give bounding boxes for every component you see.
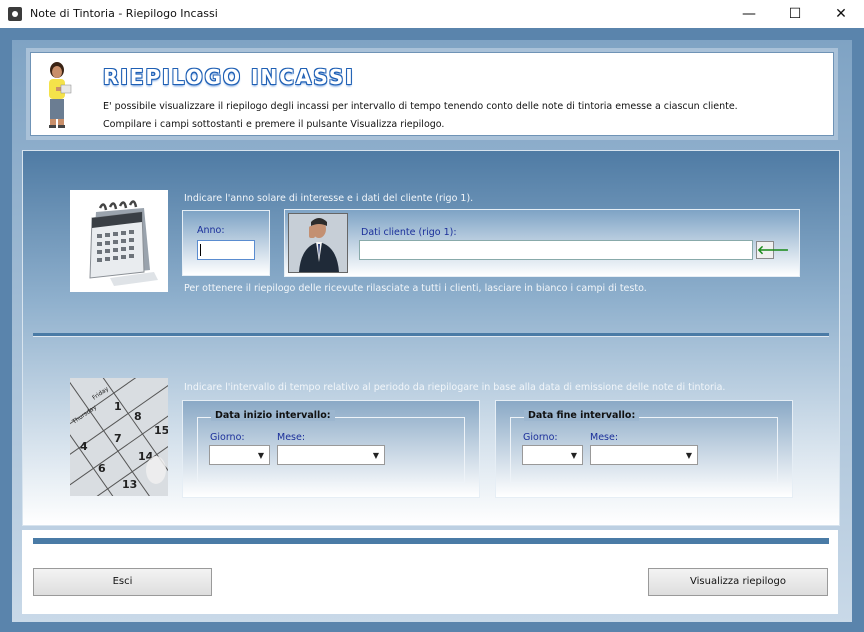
esci-button[interactable]: Esci [33, 568, 212, 596]
calendar-page-image: Thursday Friday 1 8 15 7 14 6 13 4 [70, 378, 168, 496]
maximize-button[interactable]: ☐ [772, 0, 818, 28]
start-mese-label: Mese: [277, 432, 306, 443]
text-caret [200, 244, 201, 256]
window-titlebar: Note di Tintoria - Riepilogo Incassi — ☐… [0, 0, 864, 28]
header-inner: RIEPILOGO INCASSI E' possibile visualizz… [30, 52, 834, 136]
start-mese-select[interactable]: ▼ [277, 445, 385, 465]
calendar-number: 1 [114, 400, 122, 413]
bottom-divider [33, 538, 829, 544]
end-mese-label: Mese: [590, 432, 619, 443]
section1-instruction: Indicare l'anno solare di interesse e i … [184, 193, 474, 204]
page-title: RIEPILOGO INCASSI [103, 65, 355, 89]
end-interval-panel: Data fine intervallo: Giorno: Mese: ▼ ▼ [495, 400, 793, 498]
arrow-left-icon[interactable]: 🡐 [756, 241, 789, 259]
end-mese-select[interactable]: ▼ [590, 445, 698, 465]
calendar-page-icon: Thursday Friday 1 8 15 7 14 6 13 4 [70, 378, 168, 496]
calendar-icon [89, 200, 158, 286]
chevron-down-icon: ▼ [685, 451, 692, 460]
chevron-down-icon: ▼ [372, 451, 379, 460]
anno-input[interactable] [197, 240, 255, 260]
visualizza-riepilogo-button[interactable]: Visualizza riepilogo [648, 568, 828, 596]
header-instruction: Compilare i campi sottostanti e premere … [103, 119, 445, 130]
start-interval-legend: Data inizio intervallo: [211, 410, 335, 421]
section-divider [33, 333, 829, 337]
cliente-label: Dati cliente (rigo 1): [361, 227, 457, 238]
section1-note: Per ottenere il riepilogo delle ricevute… [184, 283, 647, 294]
end-giorno-label: Giorno: [523, 432, 558, 443]
start-giorno-select[interactable]: ▼ [209, 445, 270, 465]
desk-calendar-image [70, 190, 168, 292]
app-icon [8, 7, 22, 21]
businessman-photo [288, 213, 348, 273]
calendar-number: 13 [122, 478, 137, 491]
calendar-number: 6 [98, 462, 106, 475]
end-interval-legend: Data fine intervallo: [524, 410, 640, 421]
calendar-number: 4 [80, 440, 88, 453]
calendar-number: 15 [154, 424, 168, 437]
cliente-input[interactable] [359, 240, 753, 260]
minimize-button[interactable]: — [726, 0, 772, 28]
anno-label: Anno: [197, 225, 225, 236]
end-giorno-select[interactable]: ▼ [522, 445, 583, 465]
close-button[interactable]: ✕ [818, 0, 864, 28]
header-description: E' possibile visualizzare il riepilogo d… [103, 101, 738, 112]
chevron-down-icon: ▼ [257, 451, 264, 460]
calendar-number: 8 [134, 410, 142, 423]
person-icon [289, 214, 347, 272]
woman-with-clipboard-icon [49, 62, 72, 128]
header-panel: RIEPILOGO INCASSI E' possibile visualizz… [26, 48, 838, 140]
start-giorno-label: Giorno: [210, 432, 245, 443]
section2-instruction: Indicare l'intervallo di tempo relativo … [184, 382, 726, 393]
chevron-down-icon: ▼ [570, 451, 577, 460]
calendar-number: 7 [114, 432, 122, 445]
start-interval-panel: Data inizio intervallo: Giorno: Mese: ▼ … [182, 400, 480, 498]
window-title: Note di Tintoria - Riepilogo Incassi [30, 7, 218, 20]
